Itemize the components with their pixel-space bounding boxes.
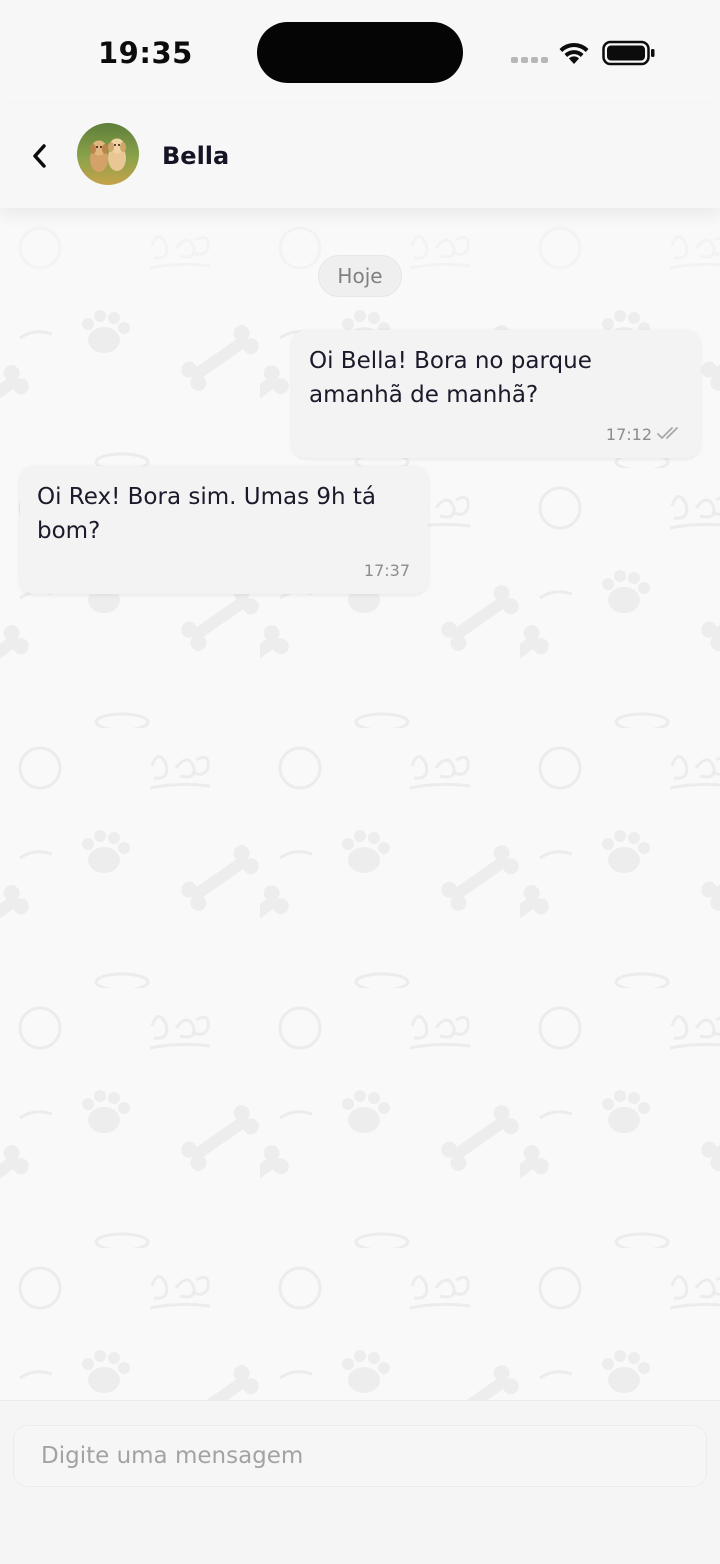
contact-avatar[interactable] xyxy=(77,123,139,185)
message-input[interactable] xyxy=(13,1425,707,1487)
message-list[interactable]: Hoje Oi Bella! Bora no parque amanhã de … xyxy=(0,208,720,1400)
wifi-icon xyxy=(559,42,589,64)
double-check-icon xyxy=(657,427,678,439)
message-text: Oi Rex! Bora sim. Umas 9h tá bom? xyxy=(37,484,377,544)
chat-screen: 19:35 Bella Hoje Oi Bella! Bora no parqu… xyxy=(0,0,720,1564)
incoming-message[interactable]: Oi Rex! Bora sim. Umas 9h tá bom? 17:37 xyxy=(20,466,428,594)
cellular-signal-icon xyxy=(511,57,548,63)
chevron-left-icon xyxy=(33,144,46,168)
status-bar: 19:35 xyxy=(0,0,720,104)
status-time: 19:35 xyxy=(98,36,193,70)
chat-header: Bella xyxy=(0,104,720,208)
date-separator: Hoje xyxy=(318,255,402,297)
message-time: 17:37 xyxy=(363,561,410,580)
outgoing-message[interactable]: Oi Bella! Bora no parque amanhã de manhã… xyxy=(292,330,700,458)
contact-name[interactable]: Bella xyxy=(162,142,229,170)
message-text: Oi Bella! Bora no parque amanhã de manhã… xyxy=(309,348,592,408)
puppies-photo-icon xyxy=(77,123,139,185)
back-button[interactable] xyxy=(24,138,56,174)
battery-icon xyxy=(602,40,655,66)
dynamic-island xyxy=(257,22,463,83)
message-time: 17:12 xyxy=(605,425,652,444)
message-composer xyxy=(0,1400,720,1564)
